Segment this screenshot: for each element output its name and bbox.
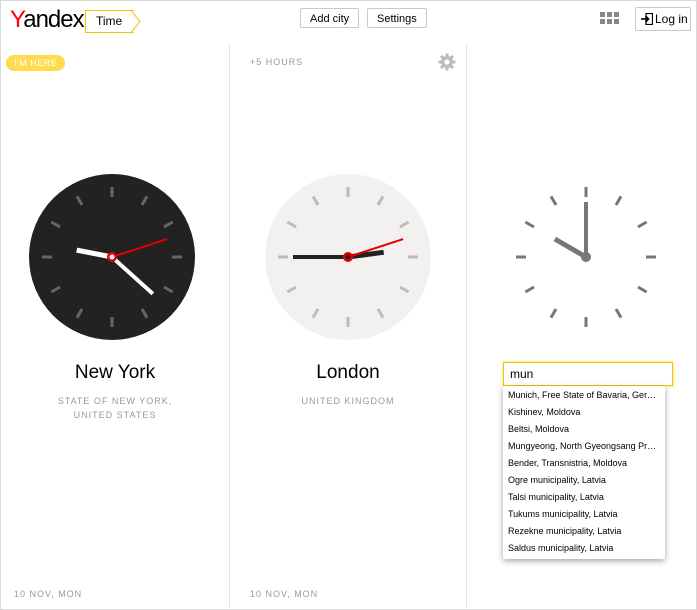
region-name: UNITED KINGDOM xyxy=(230,394,466,408)
login-icon xyxy=(641,13,653,25)
header: Yandex Time Add city Settings Log in xyxy=(0,0,697,44)
add-city-panel: Munich, Free State of Bavaria, Ger…Kishi… xyxy=(467,44,696,608)
yandex-logo[interactable]: Yandex xyxy=(10,6,85,34)
login-button[interactable]: Log in xyxy=(635,7,691,31)
date-label: 10 NOV, MON xyxy=(14,589,83,599)
clock-panel-new-york: I'M HERE New York STATE OF NEW YORK, UNI… xyxy=(1,44,230,608)
time-offset: +5 HOURS xyxy=(250,57,304,67)
apps-grid-icon[interactable] xyxy=(600,12,620,26)
service-tag[interactable]: Time xyxy=(85,10,134,33)
analog-clock-placeholder xyxy=(503,174,669,340)
region-line-1: UNITED KINGDOM xyxy=(301,396,395,406)
suggestion-item[interactable]: Talsi municipality, Latvia xyxy=(503,489,665,506)
city-name: London xyxy=(316,362,380,383)
clock-panel-london: +5 HOURS London UNITED KINGDOM 10 NOV, M… xyxy=(230,44,467,608)
suggestion-item[interactable]: Beltsi, Moldova xyxy=(503,421,665,438)
date-label: 10 NOV, MON xyxy=(250,589,319,599)
city-name: New York xyxy=(74,362,156,383)
suggestion-item[interactable]: Rezekne municipality, Latvia xyxy=(503,523,665,540)
suggestion-item[interactable]: Tukums municipality, Latvia xyxy=(503,506,665,523)
region-line-2: UNITED STATES xyxy=(73,410,157,420)
suggestion-item[interactable]: Ogre municipality, Latvia xyxy=(503,472,665,489)
city-search-input[interactable] xyxy=(503,362,673,386)
suggestion-list: Munich, Free State of Bavaria, Ger… Kishi… xyxy=(503,386,665,559)
im-here-badge: I'M HERE xyxy=(6,55,66,71)
suggestion-item[interactable]: Mungyeong, North Gyeongsang Pr… xyxy=(503,438,665,455)
region-line-1: STATE OF NEW YORK, xyxy=(57,396,173,406)
suggestion-item[interactable]: Kishinev, Moldova xyxy=(503,404,665,421)
clock-center xyxy=(581,252,591,262)
logo-rest: andex xyxy=(23,6,84,33)
suggestion-item[interactable]: Bender, Transnistria, Moldova xyxy=(503,455,665,472)
clock-center-dot xyxy=(345,254,351,260)
gear-icon[interactable] xyxy=(438,53,456,71)
add-city-button[interactable]: Add city xyxy=(300,8,360,28)
service-tag-arrow xyxy=(131,10,141,33)
logo-y: Y xyxy=(10,6,24,33)
analog-clock-new-york xyxy=(29,174,195,340)
clock-center-dot xyxy=(109,254,115,260)
suggestion-item[interactable]: Munich, Free State of Bavaria, Ger… xyxy=(503,387,665,404)
suggestion-item[interactable]: Saldus municipality, Latvia xyxy=(503,540,665,557)
login-label: Log in xyxy=(655,12,688,26)
analog-clock-london xyxy=(265,174,431,340)
region-name: STATE OF NEW YORK, UNITED STATES xyxy=(1,394,229,422)
settings-button[interactable]: Settings xyxy=(367,8,427,28)
